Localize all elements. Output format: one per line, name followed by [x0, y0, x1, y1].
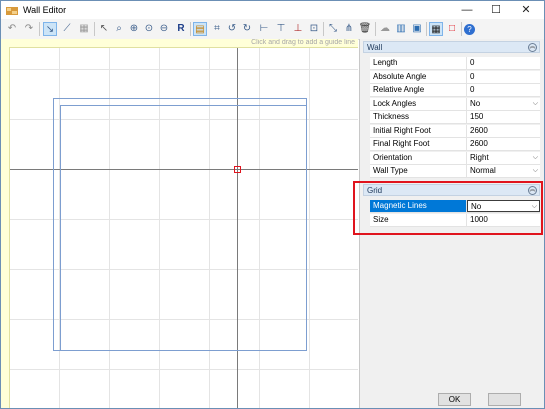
close-button[interactable]: ✕: [511, 1, 541, 19]
property-row-length[interactable]: Length 0: [370, 57, 540, 70]
property-value-field[interactable]: 0: [467, 84, 540, 96]
mirror-icon[interactable]: ⊥: [291, 22, 305, 36]
snap-point-icon[interactable]: ⌗: [210, 22, 224, 36]
property-value-field[interactable]: 2600: [467, 138, 540, 150]
property-name: Absolute Angle: [370, 70, 467, 83]
frame-toggle-icon[interactable]: □: [445, 22, 459, 36]
delete-icon[interactable]: 🗑: [358, 22, 372, 36]
help-icon[interactable]: ?: [464, 24, 475, 35]
draw-wall-icon[interactable]: ↘: [43, 22, 57, 36]
minimize-button[interactable]: —: [452, 1, 482, 19]
zoom-area-icon[interactable]: ⌕: [112, 22, 126, 36]
ok-button[interactable]: OK: [438, 393, 471, 406]
wall-group-header[interactable]: Wall ︽: [363, 41, 540, 53]
select-pointer-icon[interactable]: ↖: [97, 22, 111, 36]
wall-group-label: Wall: [367, 43, 383, 52]
measure-icon[interactable]: ⊡: [307, 22, 321, 36]
app-icon: [6, 7, 18, 15]
fill-icon[interactable]: ▦: [77, 22, 91, 36]
horizontal-ruler[interactable]: Click and drag to add a guide line: [9, 39, 358, 48]
cut-icon[interactable]: ☁: [378, 22, 392, 36]
split-wall-icon[interactable]: ⤡: [326, 22, 340, 36]
property-row-relative-angle[interactable]: Relative Angle 0: [370, 84, 540, 97]
grid-toggle-icon[interactable]: ▦: [429, 22, 443, 36]
drawing-canvas[interactable]: Click and drag to add a guide line: [1, 39, 358, 408]
property-row-absolute-angle[interactable]: Absolute Angle 0: [370, 70, 540, 84]
property-value: 2600: [470, 139, 488, 148]
property-name: Thickness: [370, 111, 467, 123]
zoom-in-icon[interactable]: ⊙: [142, 22, 156, 36]
snap-grid-icon[interactable]: ▤: [193, 22, 207, 36]
property-value: Right: [470, 152, 489, 162]
property-name: Orientation: [370, 151, 467, 164]
chevron-down-icon[interactable]: ⌵: [533, 152, 538, 164]
property-row-final-right-foot[interactable]: Final Right Foot 2600: [370, 138, 540, 151]
property-value-field[interactable]: 0: [467, 70, 540, 83]
property-value: 150: [470, 112, 484, 121]
collapse-icon[interactable]: ︽: [528, 43, 537, 52]
property-dropdown[interactable]: Normal ⌵: [467, 165, 540, 177]
vertical-ruler[interactable]: [1, 39, 10, 408]
property-value: 0: [470, 71, 475, 81]
maximize-button[interactable]: ☐: [481, 1, 511, 19]
property-row-thickness[interactable]: Thickness 150: [370, 111, 540, 124]
property-name: Initial Right Foot: [370, 124, 467, 137]
highlight-box: [353, 181, 543, 235]
cancel-button[interactable]: [488, 393, 521, 406]
zoom-fit-icon[interactable]: ⊕: [127, 22, 141, 36]
property-row-initial-right-foot[interactable]: Initial Right Foot 2600: [370, 124, 540, 138]
property-value: No: [470, 98, 481, 108]
distribute-icon[interactable]: ⊤: [274, 22, 288, 36]
rotate-left-icon[interactable]: ↺: [225, 22, 239, 36]
property-value: 0: [470, 58, 475, 67]
window-title: Wall Editor: [23, 5, 67, 15]
property-name: Lock Angles: [370, 97, 467, 110]
property-row-lock-angles[interactable]: Lock Angles No ⌵: [370, 97, 540, 111]
join-walls-icon[interactable]: ⋔: [342, 22, 356, 36]
property-value: Normal: [470, 166, 496, 175]
property-value-field[interactable]: 2600: [467, 124, 540, 137]
property-row-wall-type[interactable]: Wall Type Normal ⌵: [370, 165, 540, 178]
property-value: 2600: [470, 125, 488, 135]
wall-editor-window: Wall Editor — ☐ ✕ ↶ ↷ ↘ ⟋ ▦ ↖ ⌕ ⊕ ⊙ ⊖ R …: [0, 0, 545, 409]
title-bar: Wall Editor — ☐ ✕: [1, 1, 544, 19]
rotate-r-icon[interactable]: R: [174, 22, 188, 36]
wall-outer-outline[interactable]: [53, 98, 307, 351]
chevron-down-icon[interactable]: ⌵: [533, 165, 538, 177]
undo-icon[interactable]: ↶: [5, 22, 19, 36]
redo-icon[interactable]: ↷: [22, 22, 36, 36]
wall-inner-outline[interactable]: [60, 105, 307, 351]
edit-wall-icon[interactable]: ⟋: [60, 22, 74, 36]
rotate-right-icon[interactable]: ↻: [240, 22, 254, 36]
property-name: Wall Type: [370, 165, 467, 177]
copy-icon[interactable]: ▣: [410, 22, 424, 36]
property-name: Length: [370, 57, 467, 69]
property-value: 0: [470, 85, 475, 94]
guide-line-hint: Click and drag to add a guide line: [251, 39, 355, 46]
property-value-field[interactable]: 150: [467, 111, 540, 123]
zoom-out-icon[interactable]: ⊖: [157, 22, 171, 36]
canvas-grid: [1, 39, 358, 408]
toolbar: ↶ ↷ ↘ ⟋ ▦ ↖ ⌕ ⊕ ⊙ ⊖ R ▤ ⌗ ↺ ↻ ⊢ ⊤ ⊥ ⊡ ⤡ …: [1, 19, 544, 40]
property-dropdown[interactable]: Right ⌵: [467, 151, 540, 164]
dialog-buttons: OK: [360, 391, 544, 408]
paste-icon[interactable]: ▥: [394, 22, 408, 36]
property-row-orientation[interactable]: Orientation Right ⌵: [370, 151, 540, 165]
align-icon[interactable]: ⊢: [257, 22, 271, 36]
property-dropdown[interactable]: No ⌵: [467, 97, 540, 110]
property-name: Final Right Foot: [370, 138, 467, 150]
chevron-down-icon[interactable]: ⌵: [533, 98, 538, 110]
property-name: Relative Angle: [370, 84, 467, 96]
property-value-field[interactable]: 0: [467, 57, 540, 69]
